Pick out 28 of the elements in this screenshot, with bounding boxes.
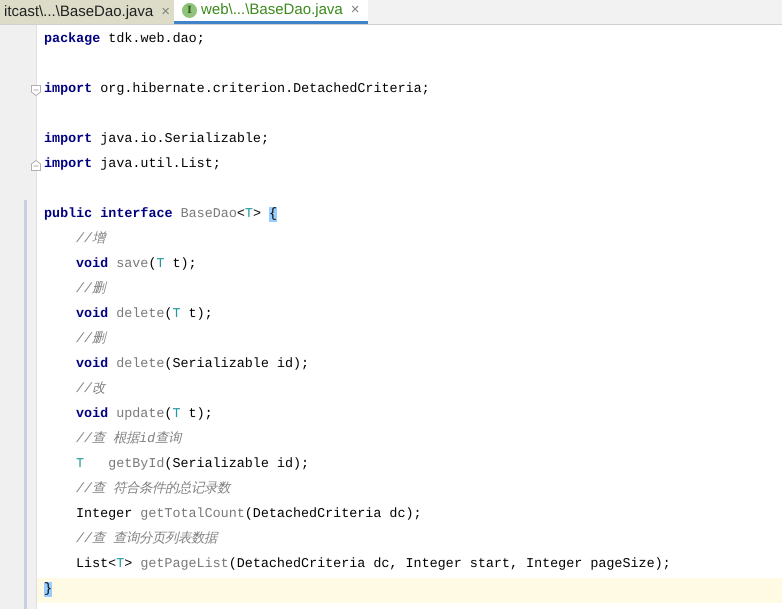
code-line: void update(T t);: [76, 406, 213, 424]
code-line: //删: [76, 330, 106, 350]
code-line: //查 符合条件的总记录数: [76, 480, 230, 500]
code-line: T getById(Serializable id);: [76, 456, 310, 474]
interface-icon: I: [182, 3, 198, 18]
code-line: import org.hibernate.criterion.DetachedCriteria;: [44, 81, 430, 100]
code-line: import java.util.List;: [44, 156, 221, 174]
code-line: void save(T t);: [76, 256, 197, 274]
code-line: //增: [76, 230, 106, 250]
code-line: //改: [76, 380, 106, 400]
code-line: package tdk.web.dao;: [44, 31, 205, 50]
code-line: Integer getTotalCount(DetachedCriteria dc);: [76, 506, 422, 524]
code-line: import java.io.Serializable;: [44, 131, 269, 150]
code-line: void delete(Serializable id);: [76, 356, 310, 374]
editor-tab[interactable]: I web\...\BaseDao.java ×: [174, 0, 368, 24]
editor-tab[interactable]: itcast\...\BaseDao.java ×: [0, 0, 174, 24]
code-line: //查 根据id查询: [76, 430, 182, 450]
fold-icon[interactable]: [31, 160, 41, 171]
close-icon[interactable]: ×: [350, 0, 360, 22]
code-line: public interface BaseDao<T> {: [44, 206, 278, 224]
close-icon[interactable]: ×: [161, 0, 170, 24]
fold-icon[interactable]: [31, 85, 41, 96]
code-line: List<T> getPageList(DetachedCriteria dc, Integer start, Integer pageSize);: [76, 556, 671, 574]
tab-label: web\...\BaseDao.java: [201, 0, 343, 20]
tab-label: itcast\...\BaseDao.java: [4, 2, 154, 22]
code-line: void delete(T t);: [76, 306, 213, 324]
code-line: //删: [76, 280, 106, 300]
code-line: //查 查询分页列表数据: [76, 530, 218, 550]
